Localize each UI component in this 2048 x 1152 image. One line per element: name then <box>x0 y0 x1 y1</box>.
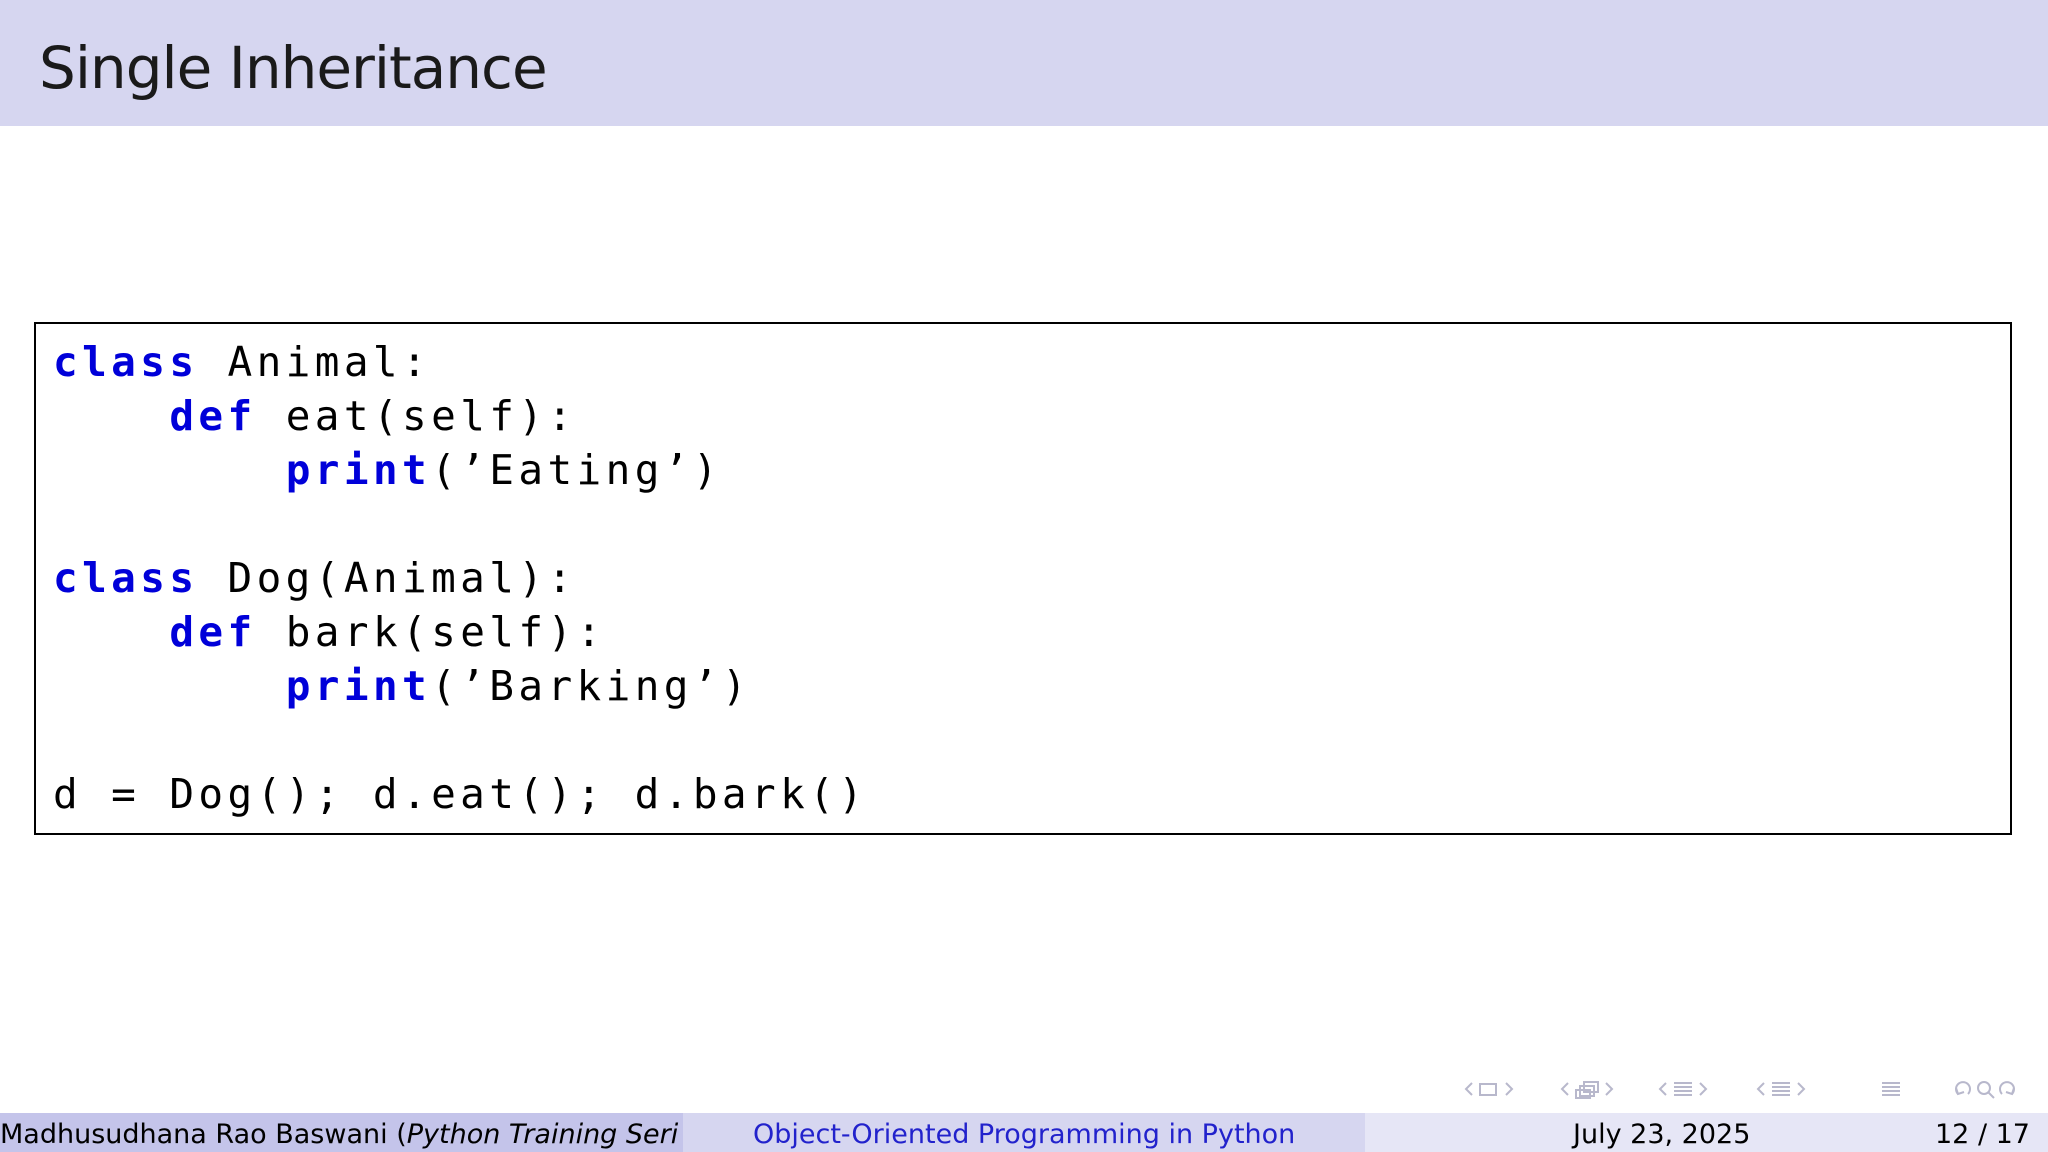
footer-date: July 23, 2025 <box>1573 1119 1751 1150</box>
nav-slide-icon[interactable] <box>1772 1082 1790 1096</box>
code-line-7: print(’Barking’) <box>53 662 751 710</box>
code-line-1: class Animal: <box>53 338 431 386</box>
nav-next-subsection-icon[interactable] <box>1699 1082 1708 1096</box>
code-text: (’Barking’) <box>431 662 752 710</box>
author-name: Madhusudhana Rao Baswani ( <box>0 1119 407 1150</box>
nav-section-icon[interactable] <box>1575 1081 1599 1099</box>
nav-search-icon[interactable] <box>1977 1081 1995 1099</box>
nav-undo-icon[interactable] <box>1999 1081 2015 1096</box>
footer-author-segment: Madhusudhana Rao Baswani (Python Trainin… <box>0 1113 683 1152</box>
code-text: bark(self): <box>256 608 606 656</box>
code-line-5: class Dog(Animal): <box>53 554 577 602</box>
code-text: (’Eating’) <box>431 446 722 494</box>
code-keyword: def <box>169 392 257 440</box>
nav-prev-frame-icon[interactable] <box>1464 1082 1473 1096</box>
nav-frame-icon[interactable] <box>1479 1083 1497 1096</box>
code-line-6: def bark(self): <box>53 608 606 656</box>
code-keyword: class <box>53 554 199 602</box>
footer-author: Madhusudhana Rao Baswani (Python Trainin… <box>0 1119 678 1150</box>
code-keyword: print <box>285 446 432 494</box>
code-line-9: d = Dog(); d.eat(); d.bark() <box>53 770 868 818</box>
footer-title-segment: Object-Oriented Programming in Python <box>683 1113 1365 1152</box>
nav-back-icon[interactable] <box>1955 1081 1971 1096</box>
code-keyword: print <box>285 662 432 710</box>
footer-talk-title: Object-Oriented Programming in Python <box>753 1119 1296 1150</box>
code-text: Dog(Animal): <box>198 554 577 602</box>
nav-prev-slide-icon[interactable] <box>1756 1082 1765 1096</box>
slide-title-bar: Single Inheritance <box>0 0 2048 126</box>
code-line-3: print(’Eating’) <box>53 446 722 494</box>
nav-next-slide-icon[interactable] <box>1797 1082 1806 1096</box>
code-text: Animal: <box>198 338 432 386</box>
footer-page-number: 12 / 17 <box>1935 1119 2030 1150</box>
nav-prev-subsection-icon[interactable] <box>1658 1082 1667 1096</box>
slide-footer: Madhusudhana Rao Baswani (Python Trainin… <box>0 1113 2048 1152</box>
nav-menu-icon[interactable] <box>1882 1082 1900 1096</box>
nav-subsection-icon[interactable] <box>1674 1082 1692 1096</box>
slide-title: Single Inheritance <box>39 34 548 102</box>
nav-next-frame-icon[interactable] <box>1505 1082 1514 1096</box>
nav-next-section-icon[interactable] <box>1605 1082 1614 1096</box>
code-text: eat(self): <box>256 392 577 440</box>
beamer-navigation <box>1464 1081 2015 1099</box>
nav-prev-section-icon[interactable] <box>1560 1082 1569 1096</box>
footer-date-segment: July 23, 2025 12 / 17 <box>1365 1113 2048 1152</box>
code-block: class Animal: def eat(self): print(’Eati… <box>34 322 2012 835</box>
code-keyword: def <box>169 608 257 656</box>
code-keyword: class <box>53 338 199 386</box>
author-institute: Python Training Seri <box>406 1119 679 1150</box>
code-line-2: def eat(self): <box>53 392 577 440</box>
